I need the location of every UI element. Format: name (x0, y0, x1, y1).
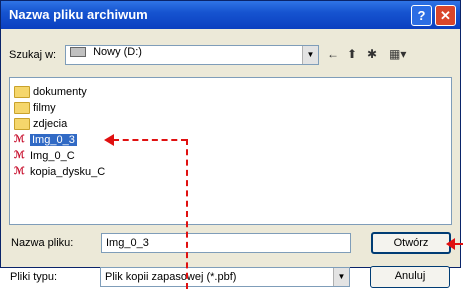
open-button[interactable]: Otwórz (371, 232, 451, 254)
list-item[interactable]: ℳ Img_0_C (14, 148, 75, 164)
annotation-arrowhead-icon (446, 238, 455, 250)
close-button[interactable]: ✕ (435, 5, 456, 26)
item-label: kopia_dysku_C (30, 166, 106, 178)
back-icon[interactable]: ← (327, 47, 339, 61)
list-item[interactable]: zdjecia (14, 116, 67, 132)
dialog-title: Nazwa pliku archiwum (9, 7, 148, 22)
list-item[interactable]: ℳkopia_dysku_C (14, 164, 105, 180)
annotation-arrowhead-icon (104, 134, 114, 146)
filename-input[interactable]: Img_0_3 (101, 233, 351, 253)
filetype-label: Pliki typu: (10, 271, 58, 283)
item-label: zdjecia (33, 118, 68, 130)
lookin-label: Szukaj w: (9, 49, 57, 61)
filetype-combo[interactable]: Plik kopii zapasowej (*.pbf) ▼ (100, 267, 350, 287)
item-label: Img_0_3 (30, 134, 77, 146)
backup-file-icon: ℳ (14, 150, 25, 162)
help-button[interactable]: ? (411, 5, 432, 26)
item-label: filmy (33, 102, 56, 114)
backup-file-icon: ℳ (14, 134, 25, 146)
backup-file-icon: ℳ (14, 166, 25, 178)
file-list[interactable]: dokumenty filmy zdjecia ℳ Img_0_3 ℳ Img_0_… (9, 77, 452, 225)
list-item[interactable]: filmy (14, 100, 56, 116)
filename-label: Nazwa pliku: (11, 237, 74, 249)
cancel-button[interactable]: Anuluj (370, 266, 450, 288)
drive-icon (70, 47, 86, 58)
list-item[interactable]: dokumenty (14, 84, 87, 100)
folder-icon (14, 86, 30, 99)
file-dialog: Nazwa pliku archiwum ? ✕ Szukaj w: Nowy … (0, 0, 461, 268)
view-menu-icon[interactable]: ▦▾ (389, 47, 406, 61)
up-folder-icon[interactable]: ⬆ (347, 47, 357, 61)
lookin-combo[interactable]: Nowy (D:) ▼ (65, 45, 319, 65)
folder-icon (14, 118, 30, 131)
item-label: dokumenty (33, 86, 87, 98)
item-label: Img_0_C (30, 150, 75, 162)
chevron-down-icon[interactable]: ▼ (333, 268, 349, 286)
folder-icon (14, 102, 30, 115)
lookin-value: Nowy (D:) (93, 46, 142, 58)
annotation-arrow-line (186, 139, 188, 289)
title-bar[interactable]: Nazwa pliku archiwum ? ✕ (1, 1, 460, 29)
filetype-value: Plik kopii zapasowej (*.pbf) (105, 271, 237, 283)
list-item-selected[interactable]: ℳ Img_0_3 (14, 132, 77, 148)
annotation-arrow-line (113, 139, 187, 141)
chevron-down-icon[interactable]: ▼ (302, 46, 318, 64)
new-folder-icon[interactable]: ✱ (367, 47, 377, 61)
